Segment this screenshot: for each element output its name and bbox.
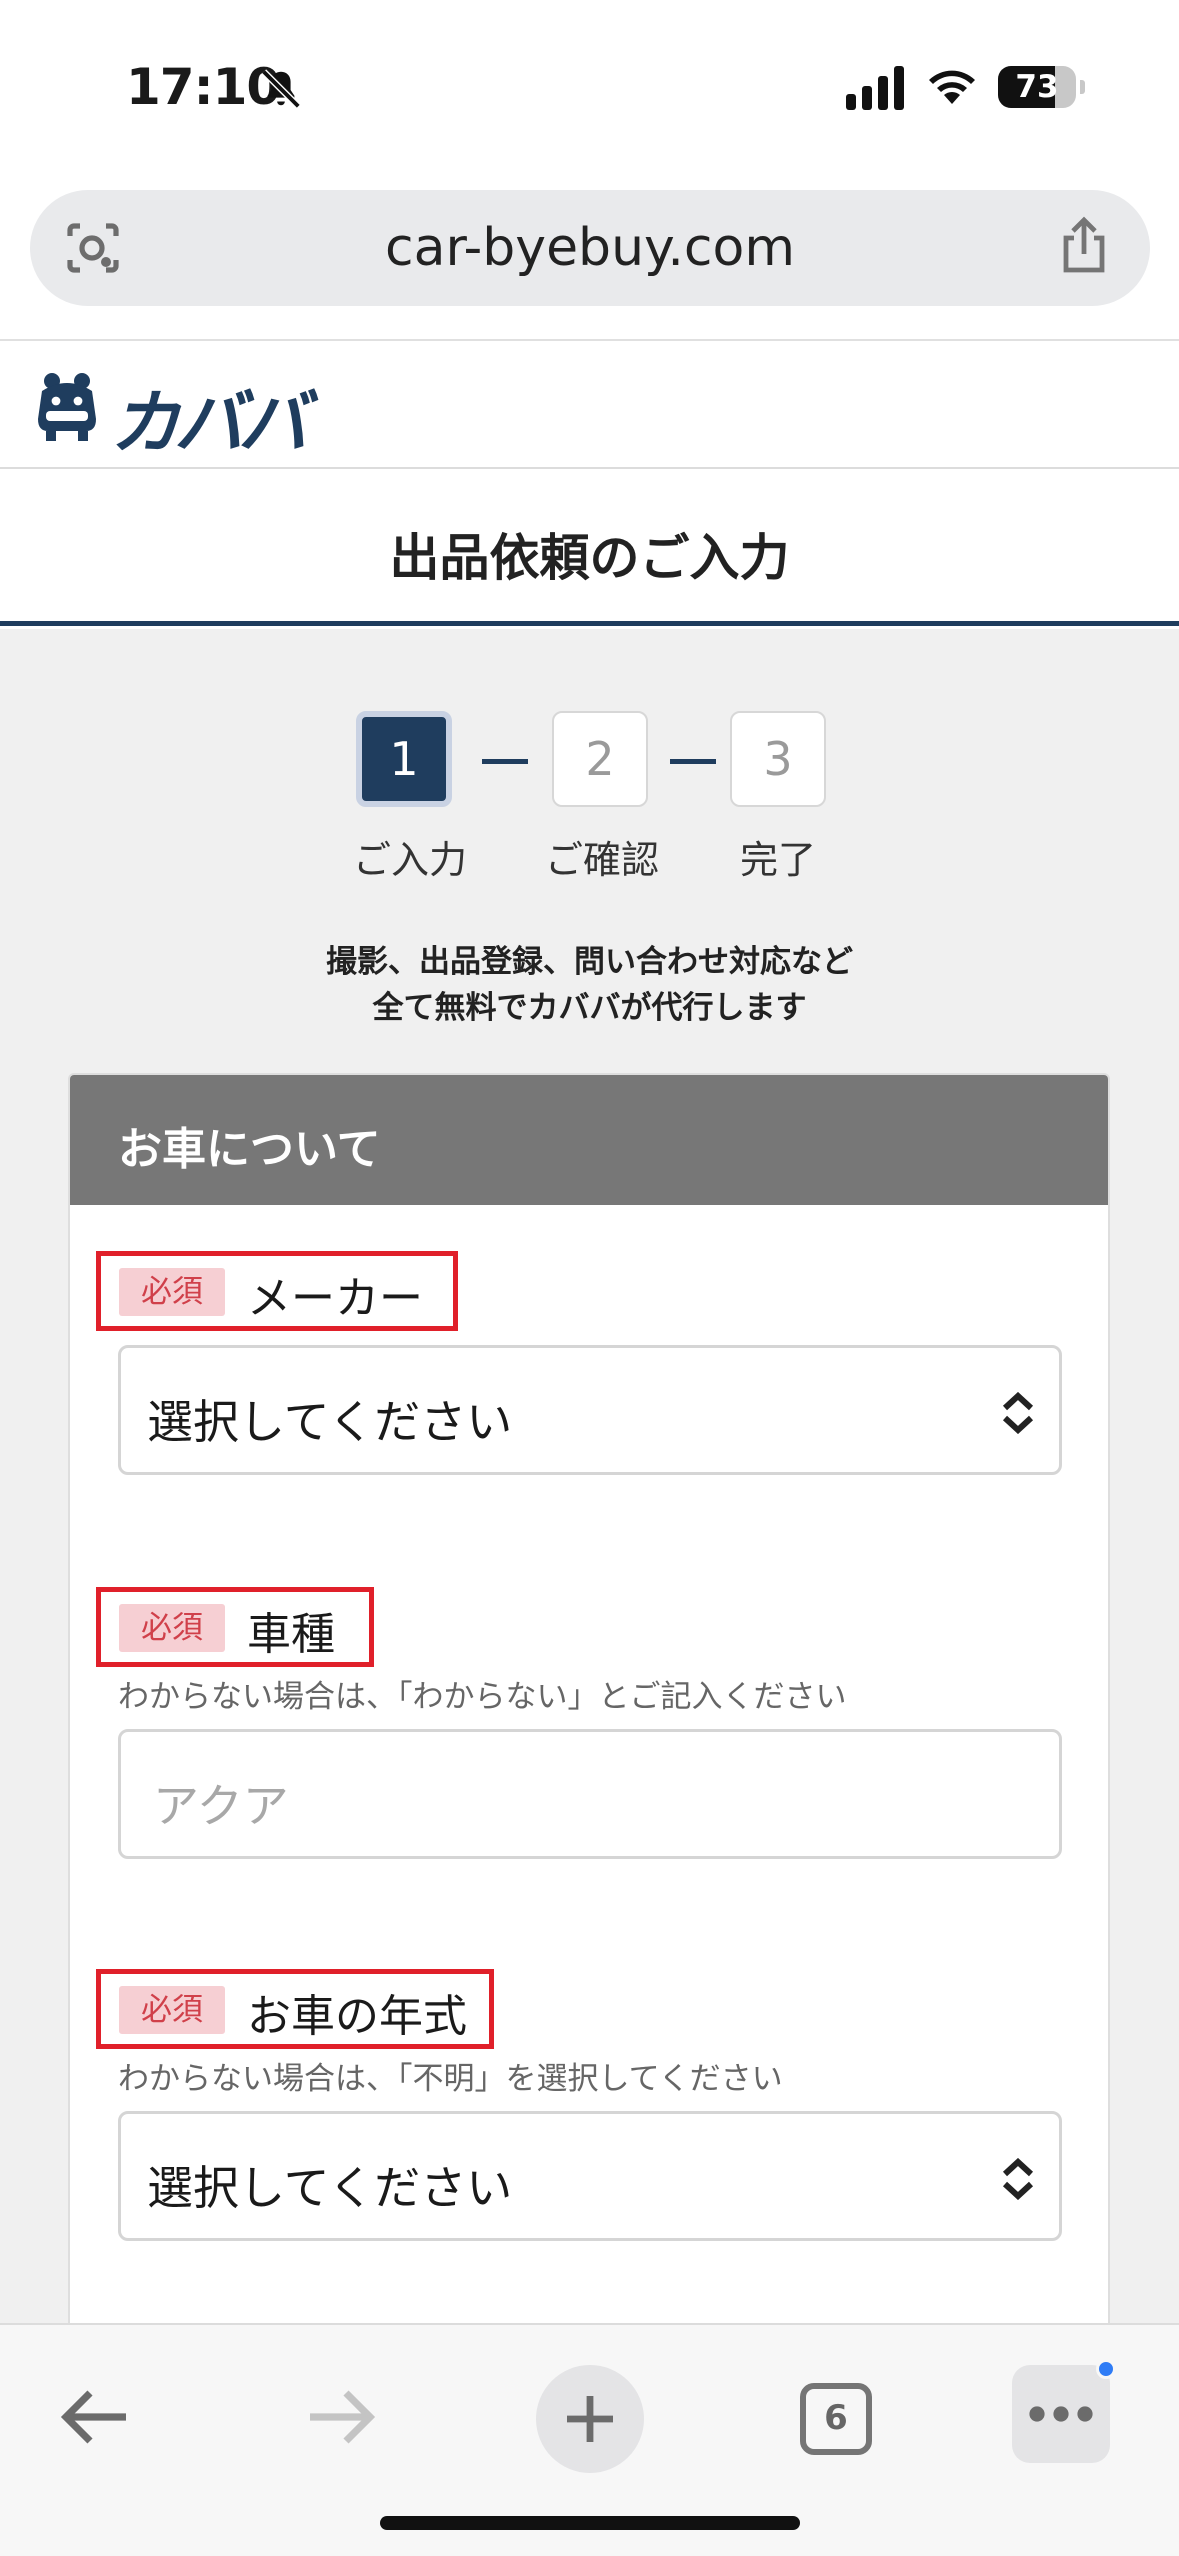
required-badge: 必須: [119, 1268, 225, 1316]
more-button[interactable]: [1012, 2359, 1116, 2463]
wifi-icon: [929, 70, 975, 104]
battery-percent: 73: [1015, 69, 1059, 105]
model-input[interactable]: アクア: [118, 1729, 1062, 1859]
intro-text: 撮影、出品登録、問い合わせ対応など 全て無料でカババが代行します: [0, 939, 1179, 1031]
step-connector: [482, 759, 528, 764]
card-header: お車について: [70, 1075, 1108, 1205]
page-title-bar: 出品依頼のご入力: [0, 470, 1179, 626]
bell-slash-icon: [261, 69, 301, 109]
maker-select-value: 選択してください: [147, 1395, 513, 1449]
battery-icon: 73: [998, 66, 1076, 108]
page-title: 出品依頼のご入力: [389, 529, 790, 587]
site-header: カババ: [0, 341, 1179, 469]
step-3-label: 完了: [739, 838, 816, 882]
year-select-value: 選択してください: [147, 2161, 513, 2215]
plus-icon: [567, 2396, 613, 2442]
forward-arrow-icon[interactable]: [304, 2387, 378, 2447]
chevron-up-down-icon: [1002, 1392, 1034, 1434]
year-label-highlight: 必須 お車の年式: [96, 1969, 494, 2049]
required-badge: 必須: [119, 1986, 225, 2034]
year-select[interactable]: 選択してください: [118, 2111, 1062, 2241]
intro-line-2: 全て無料でカババが代行します: [372, 990, 807, 1026]
home-indicator: [380, 2516, 800, 2530]
step-connector: [670, 759, 716, 764]
battery-tip: [1080, 80, 1085, 94]
step-2-label: ご確認: [544, 838, 659, 882]
signal-icon: [846, 66, 904, 110]
site-logo[interactable]: カババ: [110, 367, 308, 468]
main-content: 1 2 3 ご入力 ご確認 完了 撮影、出品登録、問い合わせ対応など 全て無料で…: [0, 629, 1179, 2323]
back-arrow-icon[interactable]: [58, 2387, 132, 2447]
model-input-placeholder: アクア: [153, 1779, 289, 1833]
intro-line-1: 撮影、出品登録、問い合わせ対応など: [326, 944, 853, 980]
step-1-label: ご入力: [352, 838, 467, 882]
section-title: お車について: [118, 1124, 381, 1175]
hippo-car-icon[interactable]: [34, 371, 100, 441]
chevron-up-down-icon: [1002, 2158, 1034, 2200]
model-label-highlight: 必須 車種: [96, 1587, 374, 1667]
model-hint: わからない場合は、「わからない」とご記入ください: [118, 1679, 847, 1715]
year-label: お車の年式: [247, 1991, 467, 2042]
step-3-indicator: 3: [730, 711, 826, 807]
url-text[interactable]: car-byebuy.com: [30, 218, 1150, 278]
share-icon[interactable]: [1056, 216, 1112, 276]
car-info-card: お車について 必須 メーカー 選択してください 必須 車種 わからない場合は、「…: [68, 1073, 1110, 2323]
status-bar: 17:10 73: [0, 0, 1179, 170]
step-2-indicator: 2: [552, 711, 648, 807]
more-icon: [1029, 2406, 1093, 2422]
model-label: 車種: [247, 1609, 335, 1660]
tabs-button[interactable]: 6: [800, 2383, 872, 2455]
address-bar[interactable]: car-byebuy.com: [30, 190, 1150, 306]
maker-label: メーカー: [247, 1273, 423, 1324]
notification-dot: [1096, 2359, 1116, 2379]
maker-select[interactable]: 選択してください: [118, 1345, 1062, 1475]
required-badge: 必須: [119, 1604, 225, 1652]
year-hint: わからない場合は、「不明」を選択してください: [118, 2061, 783, 2097]
step-1-indicator: 1: [356, 711, 452, 807]
new-tab-button[interactable]: [536, 2365, 644, 2473]
maker-label-highlight: 必須 メーカー: [96, 1251, 458, 1331]
